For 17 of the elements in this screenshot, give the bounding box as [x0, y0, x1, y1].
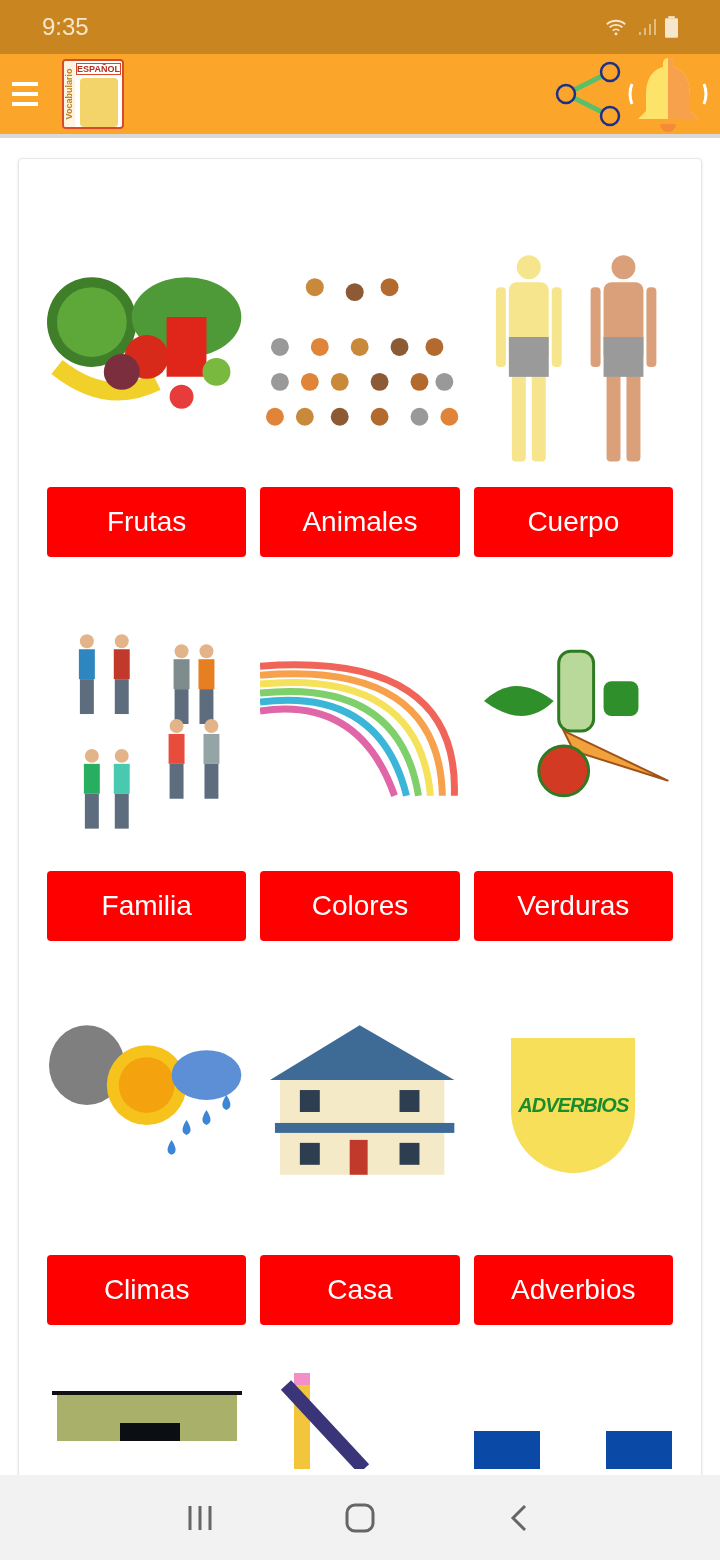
logo-top-text: ESPAÑOL	[76, 63, 121, 75]
status-time: 9:35	[42, 12, 89, 42]
logo-side-text: Vocabulario	[64, 68, 75, 120]
logo-picture	[79, 78, 118, 127]
category-button[interactable]: Climas	[47, 1255, 247, 1325]
category-button[interactable]: Familia	[47, 871, 247, 941]
category-button[interactable]: Frutas	[47, 487, 247, 557]
category-button[interactable]: Colores	[260, 871, 460, 941]
signal-icon	[637, 17, 657, 37]
category-button[interactable]: Verduras	[473, 871, 673, 941]
adverbios-badge: ADVERBIOS	[511, 1037, 636, 1173]
home-icon[interactable]	[345, 1502, 375, 1533]
category-button[interactable]: Adverbios	[473, 1255, 673, 1325]
battery-icon	[665, 16, 678, 38]
category-button[interactable]: Animales	[260, 487, 460, 557]
category-button[interactable]: Cuerpo	[473, 487, 673, 557]
category-button[interactable]: Casa	[260, 1255, 460, 1325]
